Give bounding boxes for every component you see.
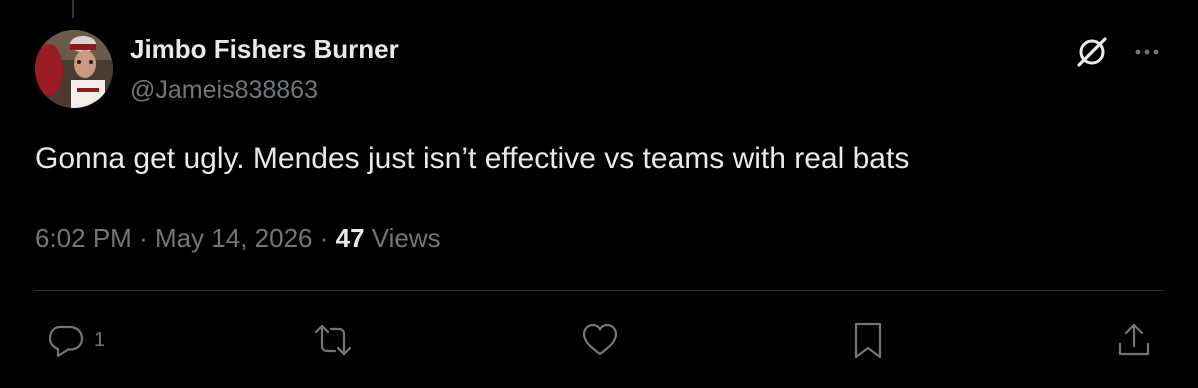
- share-icon: [1118, 323, 1150, 356]
- reply-button[interactable]: 1: [44, 318, 105, 362]
- more-icon: [1135, 49, 1159, 55]
- views-label: Views: [364, 223, 441, 253]
- tweet-action-bar: 1: [0, 318, 1198, 362]
- retweet-button[interactable]: [310, 318, 362, 362]
- retweet-icon: [314, 324, 352, 356]
- bookmark-icon: [854, 322, 882, 359]
- grok-icon: [1077, 37, 1107, 67]
- tweet-time[interactable]: 6:02 PM: [35, 223, 132, 253]
- grok-button[interactable]: [1074, 34, 1110, 70]
- more-button[interactable]: [1132, 37, 1162, 67]
- tweet-header-actions: [1074, 34, 1162, 70]
- views-count: 47: [335, 223, 365, 253]
- heart-icon: [582, 323, 618, 356]
- reply-icon: [48, 325, 84, 358]
- author-display-name[interactable]: Jimbo Fishers Burner: [130, 34, 399, 65]
- meta-separator: ·: [131, 223, 155, 253]
- tweet-date[interactable]: May 14, 2026: [155, 223, 313, 253]
- divider: [35, 290, 1164, 291]
- reply-count: 1: [94, 328, 106, 351]
- share-button[interactable]: [1114, 318, 1154, 362]
- like-button[interactable]: [578, 318, 628, 362]
- avatar-image: [35, 30, 113, 108]
- tweet-text: Gonna get ugly. Mendes just isn’t effect…: [35, 142, 910, 175]
- author-handle[interactable]: @Jameis838863: [130, 76, 318, 105]
- avatar[interactable]: [35, 30, 113, 108]
- meta-separator: ·: [312, 223, 336, 253]
- thread-connector-line: [72, 0, 74, 18]
- bookmark-button[interactable]: [848, 318, 888, 362]
- tweet-metadata: 6:02 PM · May 14, 2026 · 47 Views: [35, 223, 441, 254]
